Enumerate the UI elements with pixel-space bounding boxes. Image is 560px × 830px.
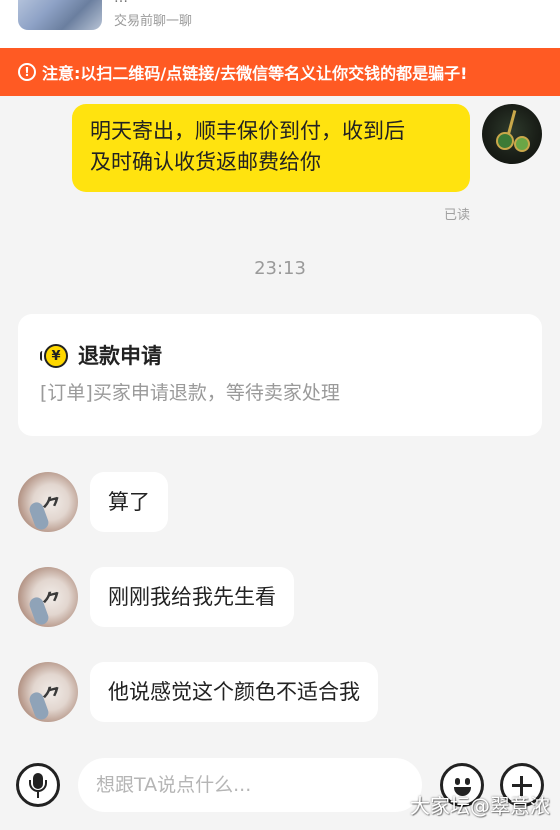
peer-avatar[interactable]: ⺈ (18, 662, 78, 722)
refund-title: 退款申请 (78, 344, 162, 368)
refund-coin-icon: ¥ (40, 344, 68, 368)
refund-description: [订单]买家申请退款，等待卖家处理 (40, 382, 340, 404)
peer-avatar[interactable]: ⺈ (18, 472, 78, 532)
header-title: … (114, 0, 128, 6)
watermark: 大家坛@翠意浓 (410, 794, 550, 818)
read-status: 已读 (443, 208, 470, 223)
item-thumbnail[interactable] (18, 0, 102, 30)
message-bubble-peer[interactable]: 他说感觉这个颜色不适合我 (90, 662, 378, 722)
message-bubble-peer[interactable]: 刚刚我给我先生看 (90, 567, 294, 627)
scam-warning-bar: ! 注意:以扫二维码/点链接/去微信等名义让你交钱的都是骗子! (0, 48, 560, 96)
voice-input-button[interactable] (16, 763, 60, 807)
self-avatar[interactable] (482, 104, 542, 164)
header-subtitle: 交易前聊一聊 (114, 14, 193, 29)
exclamation-icon: ! (18, 63, 36, 81)
message-text: 及时确认收货返邮费给你 (90, 150, 321, 174)
warning-text: 注意:以扫二维码/点链接/去微信等名义让你交钱的都是骗子! (42, 64, 468, 83)
chat-header: … 交易前聊一聊 (0, 0, 560, 48)
refund-request-card[interactable]: ¥ 退款申请 [订单]买家申请退款，等待卖家处理 (18, 314, 542, 436)
message-text: 明天寄出，顺丰保价到付，收到后 (90, 119, 405, 143)
message-bubble-peer[interactable]: 算了 (90, 472, 168, 532)
peer-avatar[interactable]: ⺈ (18, 567, 78, 627)
message-timestamp: 23:13 (254, 258, 306, 279)
message-input[interactable] (78, 758, 422, 812)
message-bubble-self[interactable]: 明天寄出，顺丰保价到付，收到后 及时确认收货返邮费给你 (72, 104, 470, 192)
chat-screen: … 交易前聊一聊 ! 注意:以扫二维码/点链接/去微信等名义让你交钱的都是骗子!… (0, 0, 560, 830)
